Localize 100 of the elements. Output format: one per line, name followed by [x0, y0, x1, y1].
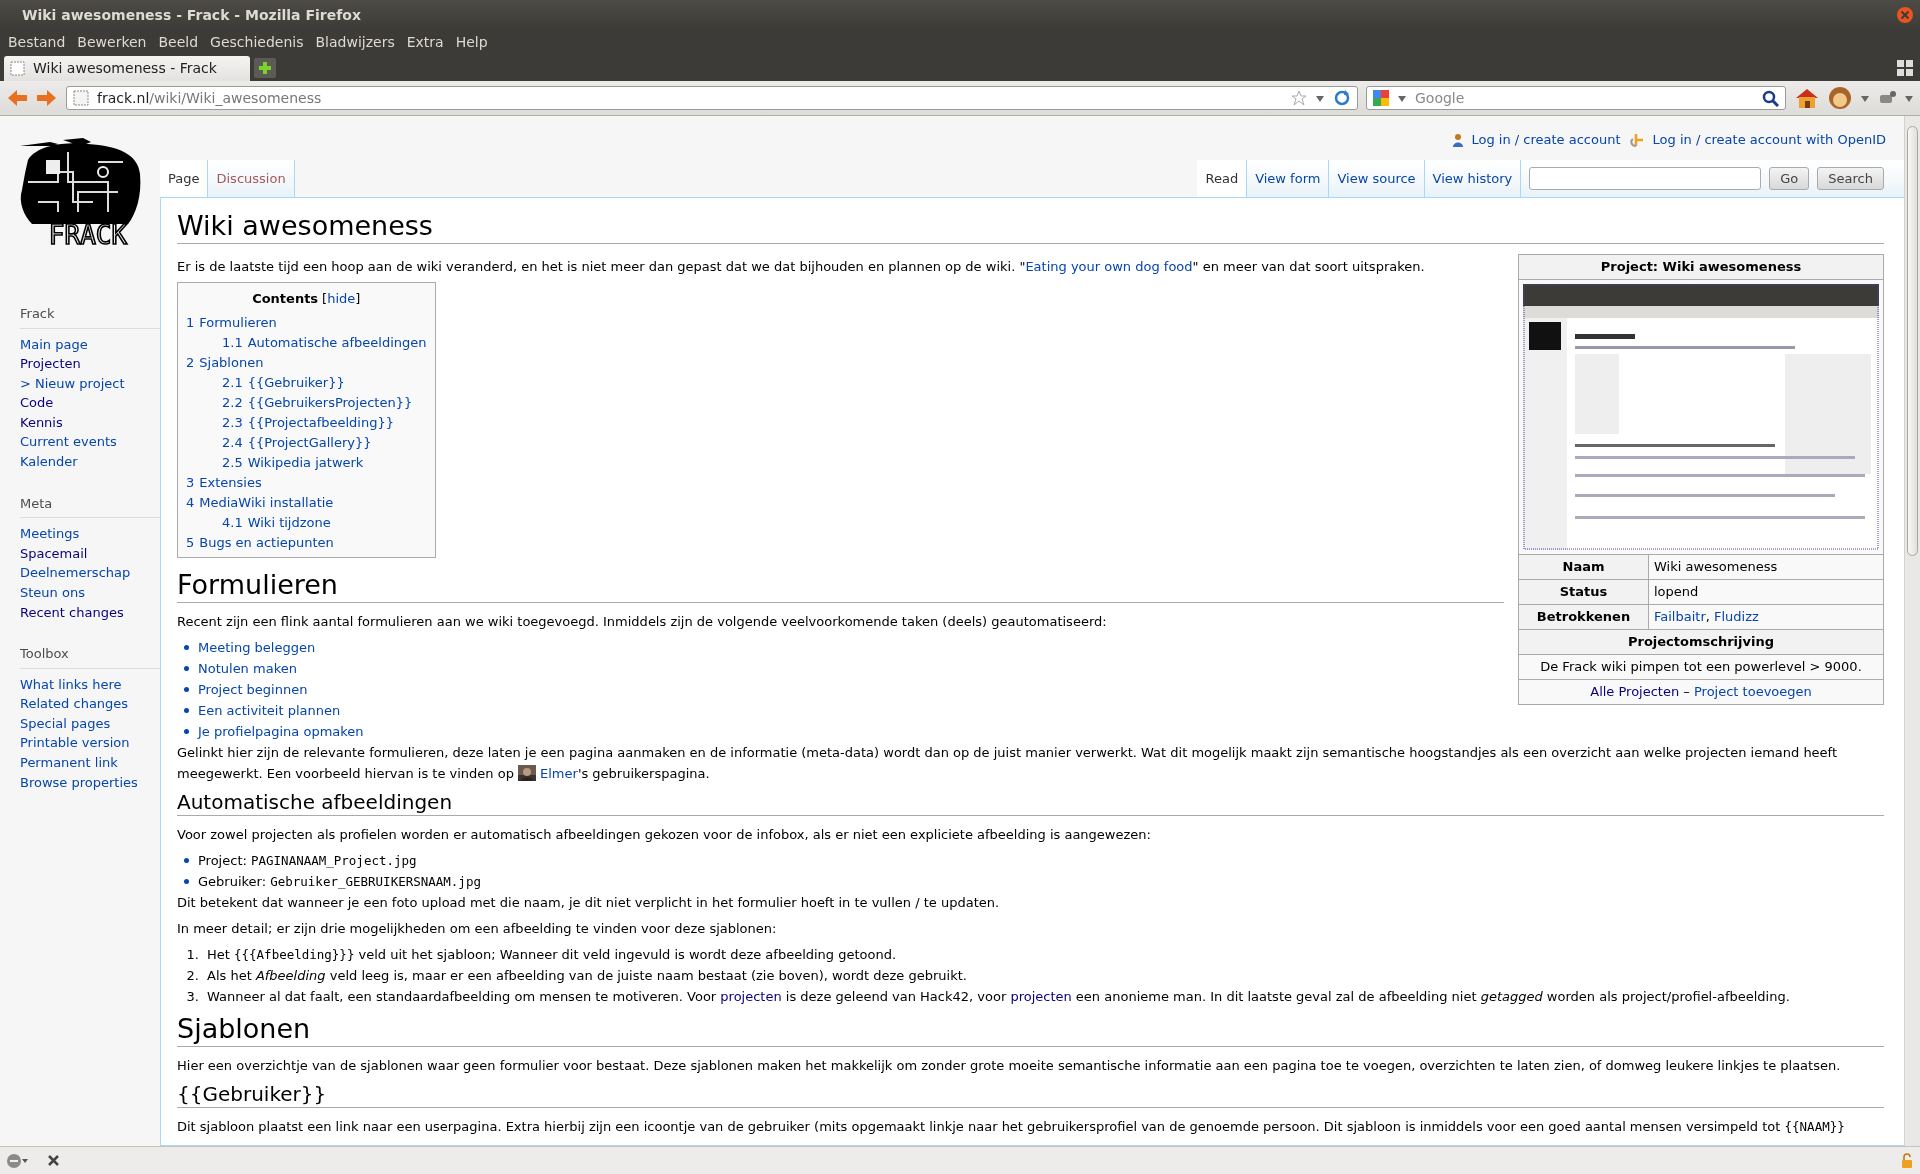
menu-item[interactable]: Beeld [152, 31, 205, 53]
link[interactable]: projecten [720, 988, 782, 1004]
view-tab[interactable]: View history [1424, 160, 1522, 197]
bullet-icon [184, 686, 189, 692]
search-placeholder: Google [1415, 88, 1466, 108]
menu-item[interactable]: Bestand [2, 31, 72, 53]
link[interactable]: Elmer [540, 765, 578, 781]
back-arrow-icon[interactable] [6, 87, 28, 109]
search-field[interactable]: Google [1366, 86, 1786, 110]
login-link[interactable]: Log in / create account [1471, 130, 1621, 150]
link[interactable]: Een activiteit plannen [198, 702, 341, 718]
sidebar-link[interactable]: Code [0, 393, 54, 413]
page-icon [10, 61, 25, 76]
sidebar-link[interactable]: Projecten [0, 354, 81, 374]
link[interactable]: Eating your own dog food [1025, 259, 1193, 275]
sidebar-link[interactable]: Deelnemerschap [0, 563, 131, 583]
scrollbar-thumb[interactable] [1907, 126, 1918, 556]
link[interactable]: Project toevoegen [1693, 684, 1812, 700]
link[interactable]: Fludizz [1714, 609, 1759, 625]
toc-link[interactable]: 2.3 {{Projectafbeelding}} [222, 413, 394, 434]
sidebar-link[interactable]: Kennis [0, 412, 63, 433]
toc-link[interactable]: 1.1 Automatische afbeeldingen [222, 333, 427, 354]
caret-icon[interactable] [1904, 94, 1914, 102]
sidebar-link[interactable]: What links here [0, 674, 122, 695]
tab-groups-icon[interactable] [1896, 59, 1914, 77]
caret-icon[interactable] [1315, 94, 1325, 102]
link[interactable]: Project beginnen [198, 681, 308, 697]
view-tab[interactable]: Read [1197, 160, 1248, 197]
sidebar-link[interactable]: Recent changes [0, 602, 124, 623]
menu-item[interactable]: Geschiedenis [204, 31, 310, 53]
row-label: Naam [1518, 554, 1649, 580]
sidebar-link[interactable]: Main page [0, 334, 88, 355]
search-input[interactable] [1529, 167, 1762, 190]
toggle-link[interactable]: [hide] [322, 291, 361, 307]
search-button[interactable]: Search [1817, 167, 1884, 190]
login-link[interactable]: Log in / create account with OpenID [1652, 130, 1886, 150]
menu-item[interactable]: Help [449, 31, 494, 53]
link[interactable]: Je profielpagina opmaken [198, 723, 364, 739]
section-heading: Formulieren [177, 568, 1504, 603]
forward-arrow-icon[interactable] [36, 87, 58, 109]
toc-link[interactable]: 4.1 Wiki tijdzone [222, 513, 331, 534]
paragraph: Dit sjabloon plaatst een link naar een userpagina. Extra hierbij zijn een icoontje van de gebruiker (mits opgemaakt linkje naar het gebruikersprofiel van de genoemde persoon. Dit sjabloon is inmiddels voor een goed aantal mensen versimpeld tot {{NAAM}} [177, 1117, 1846, 1136]
toc-title: Contents [252, 291, 319, 307]
view-tab[interactable]: View source [1329, 160, 1425, 197]
sidebar-link[interactable]: Kalender [0, 452, 78, 472]
link[interactable]: Notulen maken [198, 660, 297, 676]
sidebar-link[interactable]: Meetings [0, 524, 80, 544]
link[interactable]: Failbaitr [1654, 609, 1706, 625]
toc-link[interactable]: 1 Formulieren [186, 313, 277, 334]
toc-link[interactable]: 4 MediaWiki installatie [186, 493, 334, 514]
sidebar-link[interactable]: Printable version [0, 733, 130, 753]
link[interactable]: Meeting beleggen [198, 639, 316, 655]
sidebar-link[interactable]: Permanent link [0, 753, 118, 773]
star-icon[interactable] [1291, 90, 1307, 106]
padlock-icon[interactable] [1900, 1152, 1914, 1169]
home-icon[interactable] [1794, 86, 1820, 110]
reload-icon[interactable] [1333, 89, 1351, 107]
sidebar-link[interactable]: Related changes [0, 694, 129, 714]
page-tab[interactable]: Page [160, 160, 209, 197]
subsection-heading: Automatische afbeeldingen [177, 788, 1884, 816]
sidebar-link[interactable]: Spacemail [0, 543, 88, 564]
search-button[interactable]: Go [1769, 167, 1810, 190]
sidebar-link[interactable]: > Nieuw project [0, 373, 125, 394]
close-icon[interactable] [46, 1153, 61, 1168]
sidebar-link[interactable]: Special pages [0, 713, 111, 734]
link[interactable]: projecten [1010, 988, 1072, 1004]
logo-icon[interactable] [20, 138, 141, 224]
section-title: Projectomschrijving [1518, 629, 1884, 655]
menu-item[interactable]: Extra [400, 31, 450, 53]
caret-icon[interactable] [1397, 94, 1407, 102]
toc-link[interactable]: 3 Extensies [186, 473, 262, 494]
adblock-icon[interactable] [6, 1151, 30, 1170]
search-icon[interactable] [1762, 89, 1779, 107]
sidebar-link[interactable]: Current events [0, 432, 117, 453]
address-field[interactable]: frack.nl/wiki/Wiki_awesomeness [66, 86, 1358, 110]
search-engine-icon[interactable] [1373, 90, 1389, 106]
addon-icon[interactable] [1828, 86, 1852, 110]
list-item: Het {{{Afbeelding}}} veld uit het sjabloon; Wanneer dit veld ingevuld is wordt deze afbeelding getoond. [207, 945, 897, 964]
caret-icon[interactable] [1860, 94, 1870, 102]
menu-item[interactable]: Bewerken [71, 31, 153, 53]
toc-link[interactable]: 2.1 {{Gebruiker}} [222, 373, 345, 394]
toc-link[interactable]: 2.4 {{ProjectGallery}} [222, 433, 372, 454]
toc-link[interactable]: 5 Bugs en actiepunten [186, 533, 334, 554]
page-tab[interactable]: Discussion [208, 160, 295, 197]
bullet-icon [184, 665, 189, 671]
list-item: Gebruiker: Gebruiker_GEBRUIKERSNAAM.jpg [198, 872, 481, 891]
sidebar-link[interactable]: Browse properties [0, 772, 138, 793]
toc-link[interactable]: 2.2 {{GebruikersProjecten}} [222, 393, 413, 414]
view-tab[interactable]: View form [1247, 160, 1330, 197]
openid-icon [1628, 132, 1645, 148]
menu-item[interactable]: Bladwijzers [309, 31, 401, 53]
infobox-title: Project: Wiki awesomeness [1518, 254, 1884, 280]
toc-link[interactable]: 2.5 Wikipedia jatwerk [222, 453, 364, 474]
sidebar-link[interactable]: Steun ons [0, 582, 85, 603]
link[interactable]: Alle Projecten [1590, 684, 1680, 700]
logo-text: FRACK [48, 220, 128, 250]
bullet-icon [184, 728, 189, 734]
toc-link[interactable]: 2 Sjablonen [186, 353, 264, 374]
browser-tab[interactable]: Wiki awesomeness - Frack [4, 56, 250, 81]
new-tab-button[interactable] [254, 58, 276, 78]
